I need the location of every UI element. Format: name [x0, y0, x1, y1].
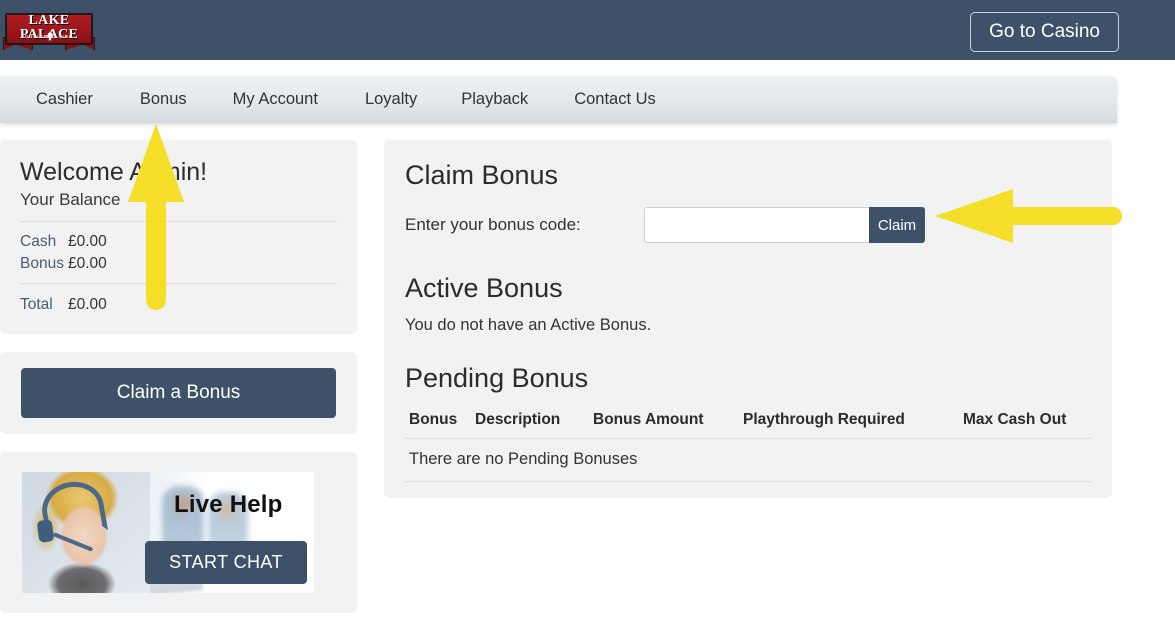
bonus-code-row: Enter your bonus code: Claim	[405, 207, 1091, 243]
column-header-playthrough-required: Playthrough Required	[743, 405, 963, 439]
balance-title: Your Balance	[20, 190, 337, 222]
start-chat-button[interactable]: START CHAT	[145, 541, 307, 584]
table-row: There are no Pending Bonuses	[405, 438, 1091, 482]
pending-bonus-table: Bonus Description Bonus Amount Playthrou…	[405, 405, 1091, 482]
table-header-row: Bonus Description Bonus Amount Playthrou…	[405, 405, 1091, 439]
balance-row-bonus: Bonus £0.00	[20, 253, 337, 275]
bonus-code-label: Enter your bonus code:	[405, 215, 581, 234]
active-bonus-empty-text: You do not have an Active Bonus.	[405, 316, 652, 334]
claim-bonus-panel: Claim a Bonus	[0, 352, 357, 434]
pending-bonus-empty-text: There are no Pending Bonuses	[405, 438, 1091, 482]
balance-panel: Welcome Admin! Your Balance Cash £0.00 B…	[0, 140, 357, 334]
column-header-description: Description	[475, 405, 593, 439]
balance-value-total: £0.00	[68, 296, 107, 313]
page-root: LAKE PALACE ONLINE CASINO Go to Casino C…	[0, 0, 1175, 621]
welcome-message: Welcome Admin!	[20, 158, 208, 186]
logo-subtitle: ONLINE CASINO	[24, 34, 74, 39]
main-content: Claim Bonus Enter your bonus code: Claim…	[384, 140, 1112, 498]
site-logo[interactable]: LAKE PALACE ONLINE CASINO	[3, 7, 95, 51]
balance-rows: Cash £0.00 Bonus £0.00	[20, 222, 337, 284]
nav-item-my-account[interactable]: My Account	[233, 90, 318, 109]
bonus-code-input-group: Claim	[644, 207, 925, 243]
main-navigation: Cashier Bonus My Account Loyalty Playbac…	[0, 76, 1117, 123]
balance-row-total: Total £0.00	[20, 284, 337, 316]
column-header-bonus-amount: Bonus Amount	[593, 405, 743, 439]
balance-row-cash: Cash £0.00	[20, 231, 337, 253]
headset-earpiece	[36, 519, 55, 543]
support-agent-photo	[22, 472, 150, 593]
balance-label-cash: Cash	[20, 233, 57, 250]
live-help-banner[interactable]: Live Help START CHAT	[22, 472, 314, 593]
balance-label-bonus: Bonus	[20, 255, 64, 272]
nav-item-contact-us[interactable]: Contact Us	[574, 90, 656, 109]
go-to-casino-button[interactable]: Go to Casino	[970, 12, 1119, 52]
claim-a-bonus-button[interactable]: Claim a Bonus	[21, 368, 336, 418]
live-help-title: Live Help	[174, 491, 283, 518]
nav-item-loyalty[interactable]: Loyalty	[365, 90, 417, 109]
column-header-max-cash-out: Max Cash Out	[963, 405, 1091, 439]
balance-label-total: Total	[20, 296, 53, 313]
active-bonus-heading: Active Bonus	[405, 273, 563, 303]
balance-value-bonus: £0.00	[68, 255, 107, 272]
live-help-panel: Live Help START CHAT	[0, 452, 357, 613]
claim-code-button[interactable]: Claim	[869, 207, 925, 243]
column-header-bonus: Bonus	[405, 405, 475, 439]
nav-item-bonus[interactable]: Bonus	[140, 90, 187, 109]
claim-bonus-heading: Claim Bonus	[405, 160, 559, 190]
nav-item-cashier[interactable]: Cashier	[36, 90, 93, 109]
sidebar: Welcome Admin! Your Balance Cash £0.00 B…	[0, 140, 357, 613]
site-header: LAKE PALACE ONLINE CASINO Go to Casino	[0, 0, 1175, 60]
bonus-code-input[interactable]	[644, 207, 869, 243]
pending-bonus-heading: Pending Bonus	[405, 363, 589, 393]
nav-item-playback[interactable]: Playback	[461, 90, 528, 109]
balance-value-cash: £0.00	[68, 233, 107, 250]
